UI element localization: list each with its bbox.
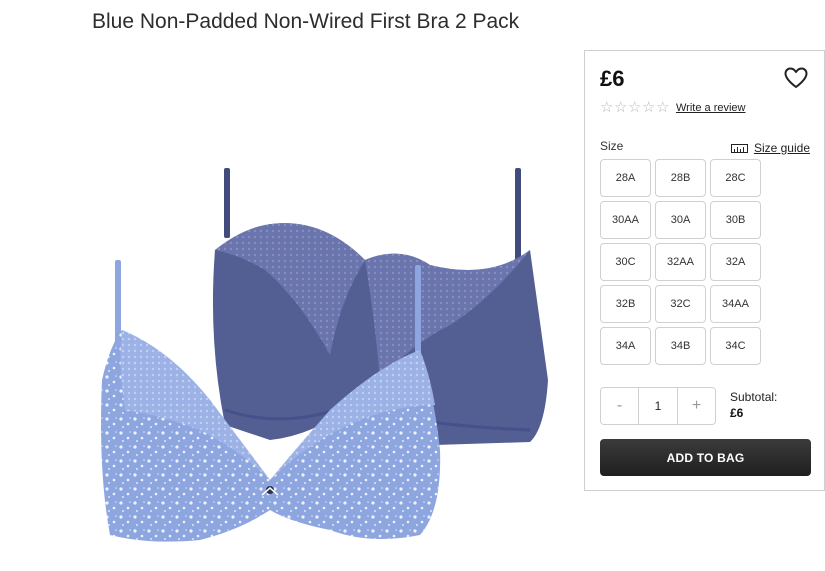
decrease-quantity-button[interactable]: - bbox=[601, 388, 638, 424]
size-label: Size bbox=[600, 139, 624, 153]
star-outline-icon: ☆ bbox=[656, 99, 670, 116]
increase-quantity-button[interactable]: + bbox=[678, 388, 715, 424]
size-option[interactable]: 34C bbox=[710, 327, 761, 365]
star-outline-icon: ☆ bbox=[642, 99, 656, 116]
purchase-panel: £6 ☆ ☆ ☆ ☆ ☆ Write a review Size Size gu… bbox=[584, 50, 825, 491]
ruler-icon bbox=[730, 143, 748, 153]
size-option[interactable]: 30A bbox=[655, 201, 706, 239]
size-option[interactable]: 34B bbox=[655, 327, 706, 365]
size-option[interactable]: 30AA bbox=[600, 201, 651, 239]
size-option[interactable]: 30B bbox=[710, 201, 761, 239]
write-review-link[interactable]: Write a review bbox=[676, 102, 745, 114]
size-option[interactable]: 32AA bbox=[655, 243, 706, 281]
product-photo-bra-2-pack bbox=[101, 168, 548, 542]
size-option[interactable]: 28A bbox=[600, 159, 651, 197]
subtotal-value: £6 bbox=[730, 406, 744, 420]
star-outline-icon: ☆ bbox=[614, 99, 628, 116]
price: £6 bbox=[600, 66, 625, 91]
add-to-bag-button[interactable]: ADD TO BAG bbox=[600, 439, 811, 476]
size-option[interactable]: 32C bbox=[655, 285, 706, 323]
star-outline-icon: ☆ bbox=[628, 99, 642, 116]
quantity-stepper: - + bbox=[600, 387, 716, 425]
size-guide-link[interactable]: Size guide bbox=[730, 141, 810, 155]
size-option[interactable]: 34A bbox=[600, 327, 651, 365]
size-option[interactable]: 30C bbox=[600, 243, 651, 281]
product-image bbox=[90, 150, 560, 560]
quantity-input[interactable] bbox=[638, 388, 678, 424]
size-option[interactable]: 32B bbox=[600, 285, 651, 323]
size-guide-label: Size guide bbox=[753, 141, 810, 155]
star-outline-icon: ☆ bbox=[600, 99, 614, 116]
size-option[interactable]: 32A bbox=[710, 243, 761, 281]
size-option[interactable]: 34AA bbox=[710, 285, 761, 323]
star-rating: ☆ ☆ ☆ ☆ ☆ Write a review bbox=[600, 99, 745, 116]
product-title: Blue Non-Padded Non-Wired First Bra 2 Pa… bbox=[92, 10, 520, 33]
size-options: 28A 28B 28C 30AA 30A 30B 30C 32AA 32A 32… bbox=[600, 159, 761, 365]
subtotal-label: Subtotal: bbox=[730, 390, 778, 404]
heart-outline-icon[interactable] bbox=[784, 67, 808, 89]
size-option[interactable]: 28C bbox=[710, 159, 761, 197]
size-option[interactable]: 28B bbox=[655, 159, 706, 197]
